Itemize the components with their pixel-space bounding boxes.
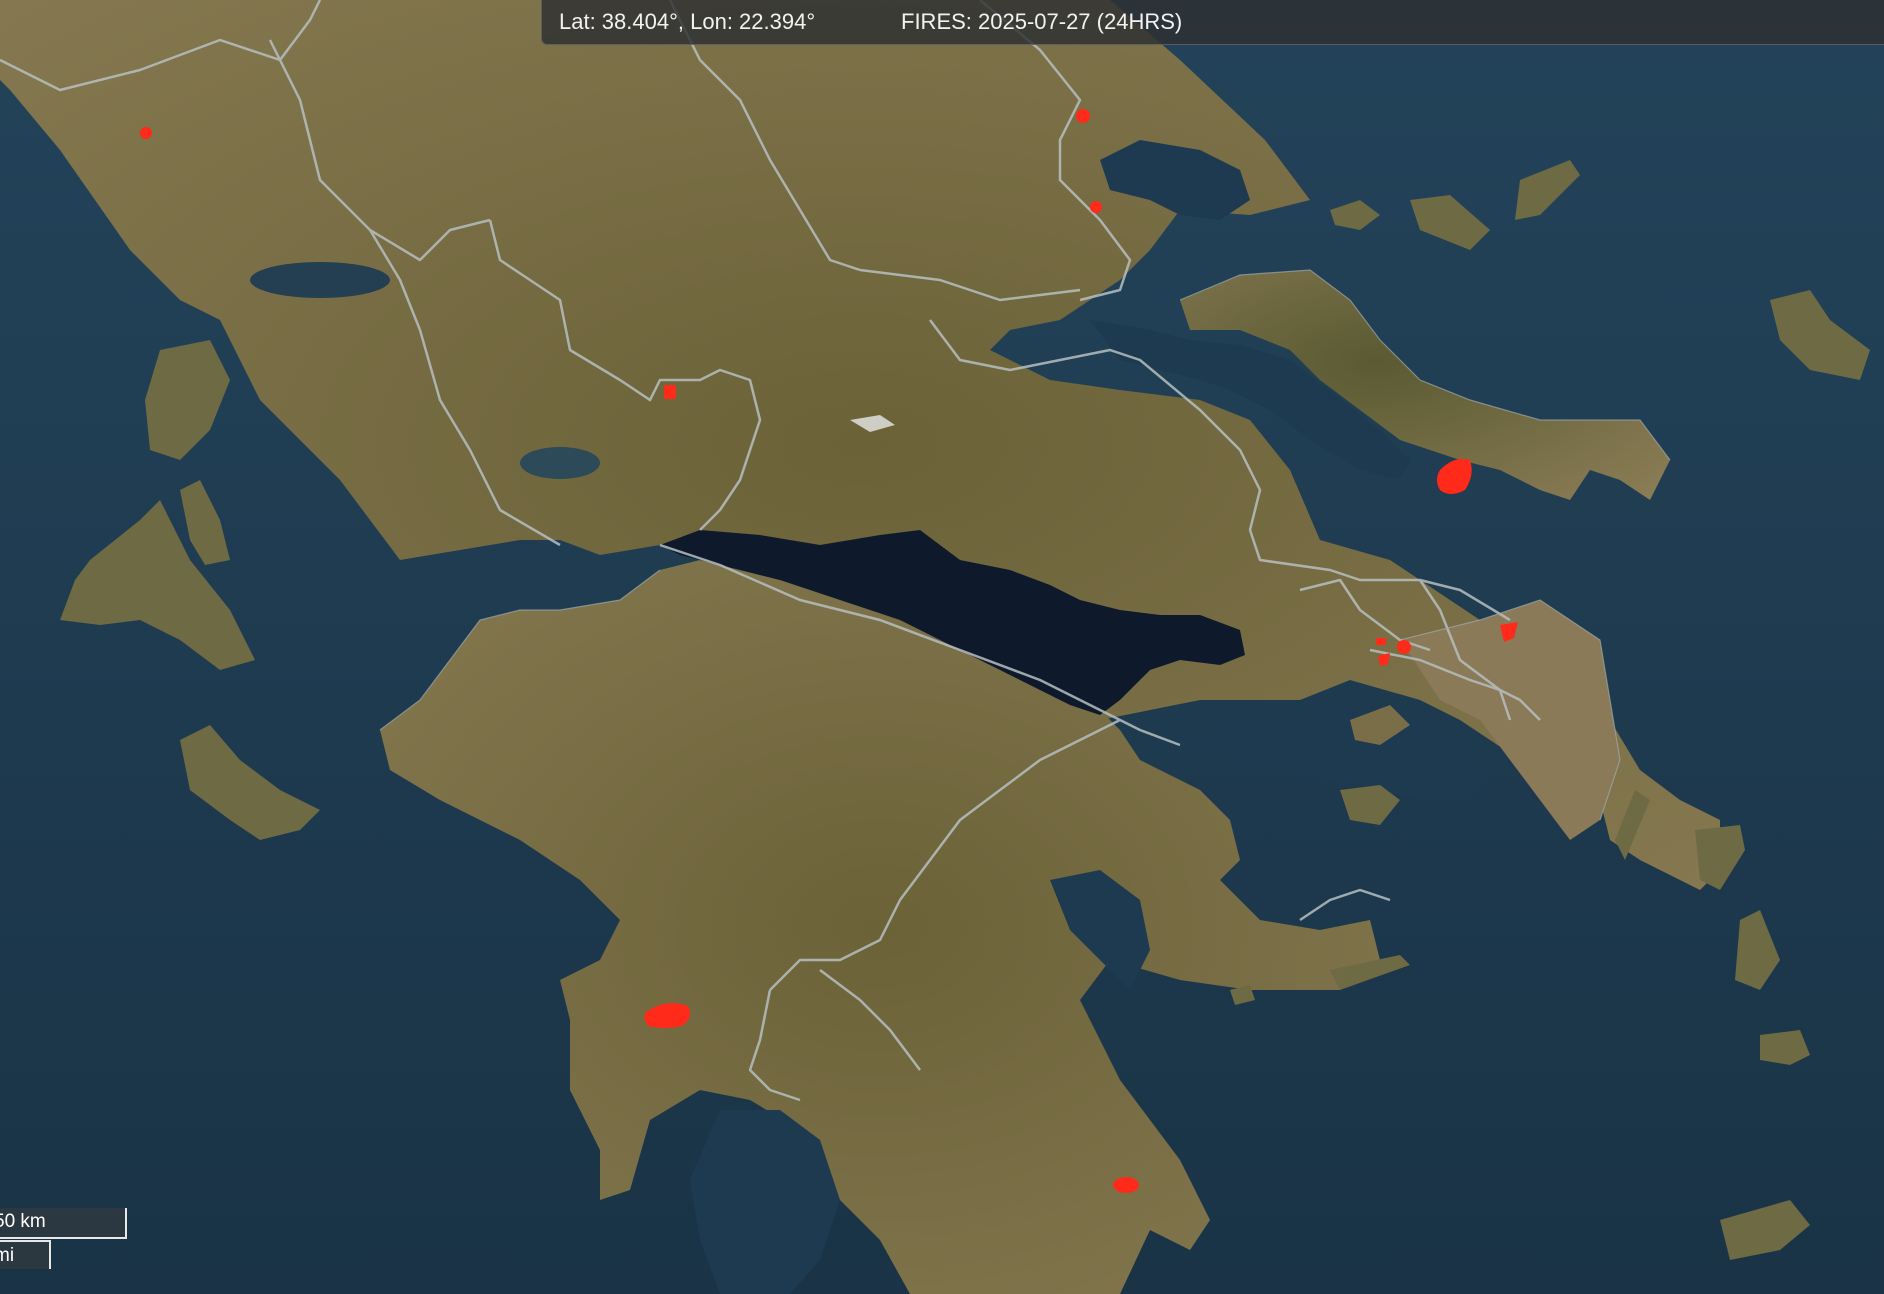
fire-marker[interactable] — [1090, 201, 1102, 213]
fire-marker[interactable] — [1076, 109, 1090, 123]
scale-mi-label: mi — [0, 1245, 15, 1266]
fire-marker[interactable] — [1113, 1177, 1139, 1193]
fire-marker[interactable] — [140, 127, 152, 139]
map-info-bar: Lat: 38.404°, Lon: 22.394° FIRES: 2025-0… — [541, 0, 1884, 45]
map-canvas[interactable] — [0, 0, 1884, 1294]
scale-bar-km: 50 km — [0, 1208, 127, 1239]
scale-km-label: 50 km — [0, 1211, 46, 1232]
fires-date-label: FIRES: 2025-07-27 (24HRS) — [901, 9, 1183, 34]
scale-bar-mi: mi — [0, 1240, 51, 1269]
cursor-coordinates: Lat: 38.404°, Lon: 22.394° — [559, 9, 816, 34]
fire-marker[interactable] — [664, 385, 676, 399]
fire-marker[interactable] — [1376, 638, 1386, 645]
fire-marker[interactable] — [1397, 640, 1411, 654]
lake-amvrakia — [250, 262, 390, 298]
satellite-map[interactable]: Lat: 38.404°, Lon: 22.394° FIRES: 2025-0… — [0, 0, 1884, 1294]
lake — [520, 447, 600, 479]
